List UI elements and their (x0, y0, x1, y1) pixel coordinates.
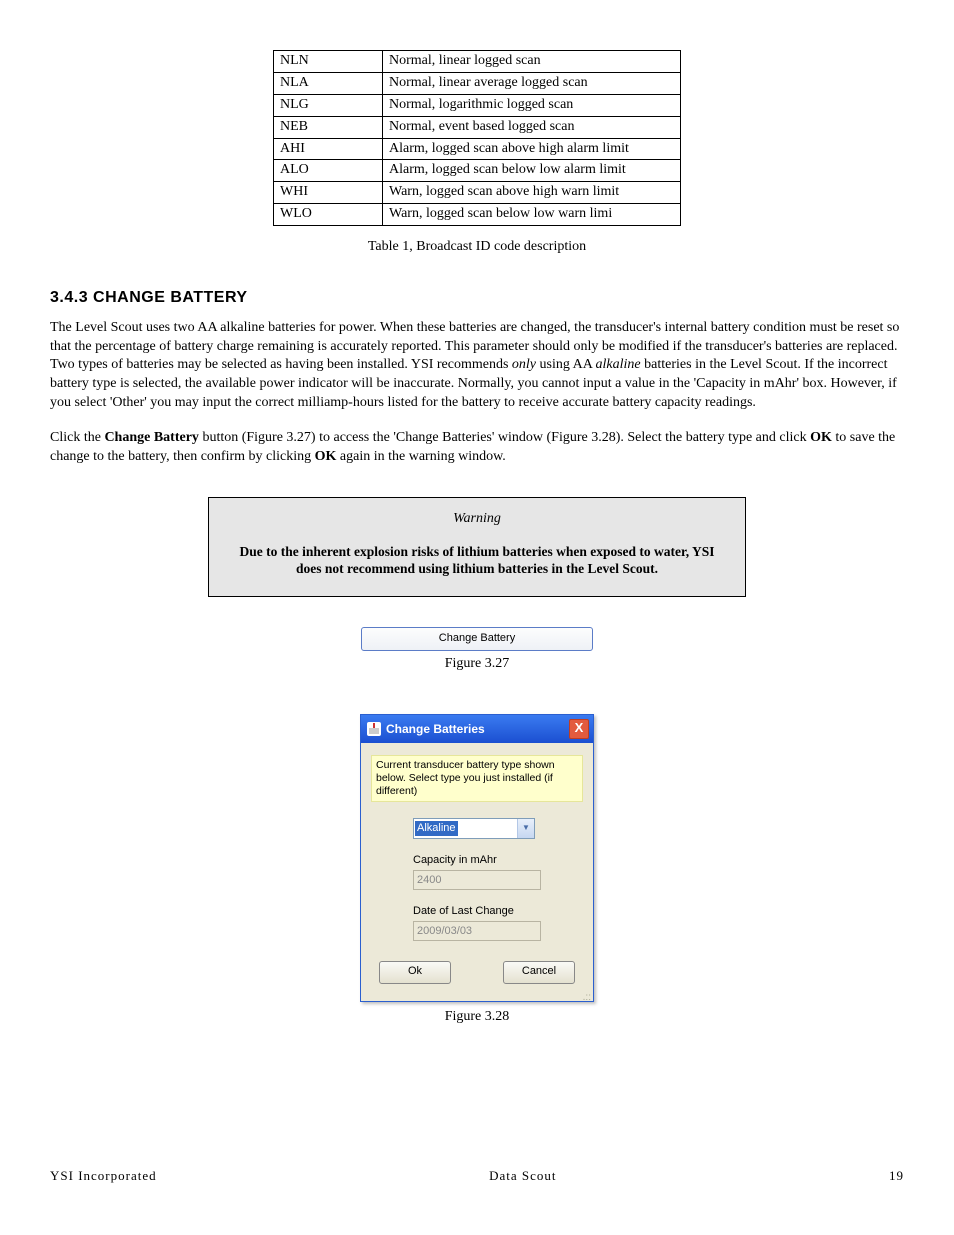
figure-328-caption: Figure 3.28 (50, 1008, 904, 1027)
table-row: NLGNormal, logarithmic logged scan (274, 94, 681, 116)
broadcast-id-table: NLNNormal, linear logged scanNLANormal, … (273, 50, 681, 226)
change-batteries-dialog: Change Batteries X Current transducer ba… (360, 714, 594, 1002)
close-icon[interactable]: X (569, 719, 589, 739)
dialog-icon (367, 722, 381, 736)
dialog-title: Change Batteries (386, 721, 485, 737)
capacity-input: 2400 (413, 870, 541, 890)
table-row: ALOAlarm, logged scan below low alarm li… (274, 160, 681, 182)
dialog-titlebar: Change Batteries X (361, 715, 593, 743)
resize-grip-icon: .:: (361, 994, 593, 1001)
footer-left: YSI Incorporated (50, 1167, 157, 1185)
table-row: AHIAlarm, logged scan above high alarm l… (274, 138, 681, 160)
date-label: Date of Last Change (413, 904, 583, 919)
section-heading: 3.4.3 CHANGE BATTERY (50, 287, 904, 309)
para-2: Click the Change Battery button (Figure … (50, 429, 904, 467)
para-1: The Level Scout uses two AA alkaline bat… (50, 319, 904, 413)
warning-body: Due to the inherent explosion risks of l… (227, 543, 727, 578)
page-footer: YSI Incorporated Data Scout 19 (50, 1167, 904, 1185)
table-row: WLOWarn, logged scan below low warn limi (274, 204, 681, 226)
change-battery-button[interactable]: Change Battery (361, 627, 593, 651)
figure-327-caption: Figure 3.27 (50, 655, 904, 674)
cancel-button[interactable]: Cancel (503, 961, 575, 984)
battery-type-select[interactable]: Alkaline ▼ (413, 818, 535, 839)
table-row: NLANormal, linear average logged scan (274, 72, 681, 94)
table-row: NLNNormal, linear logged scan (274, 51, 681, 73)
ok-button[interactable]: Ok (379, 961, 451, 984)
warning-title: Warning (227, 510, 727, 529)
capacity-label: Capacity in mAhr (413, 853, 583, 868)
dialog-info-strip: Current transducer battery type shown be… (371, 755, 583, 802)
date-input: 2009/03/03 (413, 921, 541, 941)
table-row: NEBNormal, event based logged scan (274, 116, 681, 138)
footer-right: 19 (889, 1167, 904, 1185)
warning-box: Warning Due to the inherent explosion ri… (208, 497, 746, 597)
footer-center: Data Scout (489, 1167, 556, 1185)
table-caption: Table 1, Broadcast ID code description (50, 238, 904, 257)
table-row: WHIWarn, logged scan above high warn lim… (274, 182, 681, 204)
chevron-down-icon: ▼ (517, 819, 534, 838)
